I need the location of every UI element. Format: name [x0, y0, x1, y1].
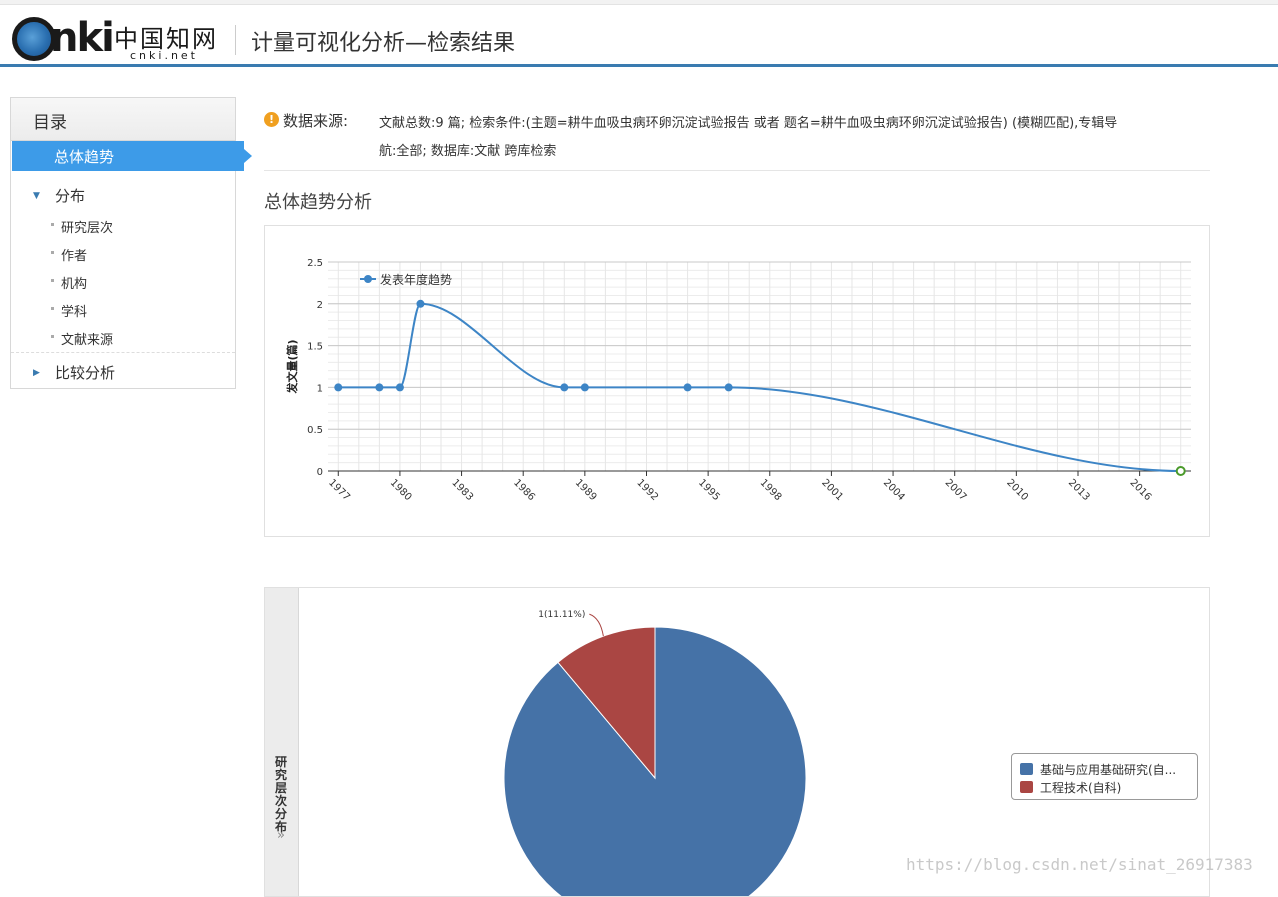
caret-right-icon: ▶: [33, 368, 40, 378]
sidebar-item-institution[interactable]: 机构: [11, 270, 235, 292]
legend-item[interactable]: 工程技术(自科): [1020, 779, 1195, 795]
data-source-panel: ! 数据来源: 文献总数:9 篇; 检索条件:(主题=耕牛血吸虫病环卵沉淀试验报…: [264, 108, 1210, 171]
sidebar-group-compare[interactable]: ▶ 比较分析: [11, 359, 235, 385]
data-point: [416, 299, 425, 308]
x-tick-label: 1998: [758, 477, 784, 503]
bullet-icon: [51, 307, 54, 310]
y-tick-label: 2: [317, 300, 323, 311]
sidebar-item-source[interactable]: 文献来源: [11, 326, 235, 348]
sidebar-item-label: 机构: [61, 277, 88, 292]
trend-line-chart: 0 0.5 1 1.5 2 2.5 1977 1980 1983 1986 1989 1992 1995…: [285, 258, 1191, 503]
sidebar-item-label: 文献来源: [61, 333, 114, 348]
section-title: 总体趋势分析: [264, 192, 372, 213]
y-tick-label: 2.5: [307, 258, 323, 269]
data-point: [560, 383, 569, 392]
x-tick-label: 2004: [881, 477, 907, 503]
y-tick-label: 0: [317, 467, 323, 478]
legend-label: 基础与应用基础研究(自...: [1040, 763, 1177, 777]
data-source-text: 文献总数:9 篇; 检索条件:(主题=耕牛血吸虫病环卵沉淀试验报告 或者 题名=…: [379, 110, 1209, 166]
x-tick-label: 2001: [819, 477, 845, 503]
data-point: [334, 383, 343, 392]
bullet-icon: [51, 335, 54, 338]
x-tick-label: 1986: [511, 477, 537, 503]
x-tick-label: 1995: [696, 477, 722, 503]
y-tick-label: 1.5: [307, 342, 323, 353]
legend-item[interactable]: 基础与应用基础研究(自...: [1020, 761, 1195, 777]
y-axis-title: 发文量(篇): [285, 339, 299, 394]
pie-legend: 基础与应用基础研究(自... 工程技术(自科): [1011, 753, 1198, 800]
trend-chart-panel: 0 0.5 1 1.5 2 2.5 1977 1980 1983 1986 1989 1992 1995…: [264, 225, 1210, 537]
bullet-icon: [51, 223, 54, 226]
header-underline: [0, 64, 1278, 67]
sidebar-group-label: 比较分析: [55, 364, 116, 382]
legend-swatch: [1020, 781, 1033, 793]
x-tick-label: 1992: [634, 477, 660, 503]
pie-label-connector: [589, 613, 604, 637]
data-point: [375, 383, 384, 392]
sidebar-divider: [11, 352, 235, 354]
x-tick-label: 1989: [573, 477, 599, 503]
data-point: [395, 383, 404, 392]
data-point: [724, 383, 733, 392]
data-source-line: 文献总数:9 篇; 检索条件:(主题=耕牛血吸虫病环卵沉淀试验报告 或者 题名=…: [379, 116, 1118, 131]
sidebar-group-distribution[interactable]: ▼ 分布: [11, 182, 235, 208]
sidebar-item-research-level[interactable]: 研究层次: [11, 214, 235, 236]
data-point: [1175, 466, 1186, 476]
research-level-panel: 研究层次分布 » 1(11.11%) 基础与应用基础研究(自... 工程技术(自…: [264, 587, 1210, 897]
sidebar-item-overall-trend[interactable]: 总体趋势: [12, 141, 252, 171]
sidebar-item-label: 学科: [61, 305, 88, 320]
research-level-pie-chart: 1(11.11%): [503, 610, 807, 896]
y-tick-label: 0.5: [307, 425, 323, 436]
cnki-logo[interactable]: nki 中国知网 cnki.net: [12, 15, 222, 65]
bullet-icon: [51, 251, 54, 254]
sidebar-item-author[interactable]: 作者: [11, 242, 235, 264]
x-tick-label: 1980: [388, 477, 414, 503]
x-tick-label: 2007: [943, 477, 969, 503]
x-tick-label: 1977: [326, 477, 352, 503]
legend-label: 发表年度趋势: [380, 272, 452, 287]
logo-text: nki: [50, 15, 115, 61]
x-tick-label: 1983: [449, 477, 475, 503]
watermark: https://blog.csdn.net/sinat_26917383: [906, 855, 1253, 874]
legend-marker: [364, 275, 372, 283]
logo-url-text: cnki.net: [130, 49, 198, 62]
page-header: nki 中国知网 cnki.net 计量可视化分析—检索结果: [0, 5, 1278, 64]
y-tick-label: 1: [317, 383, 323, 394]
header-divider: [235, 25, 236, 55]
legend-label: 工程技术(自科): [1040, 781, 1122, 795]
sidebar-item-label: 总体趋势: [54, 148, 115, 166]
data-source-line: 航:全部; 数据库:文献 跨库检索: [379, 144, 557, 159]
sidebar-heading-label: 目录: [33, 113, 67, 133]
info-icon: !: [264, 112, 279, 127]
sidebar-item-label: 研究层次: [61, 221, 114, 236]
pie-data-label: 1(11.11%): [538, 610, 585, 620]
sidebar-group-label: 分布: [55, 187, 86, 205]
sidebar-item-label: 作者: [61, 249, 88, 264]
x-tick-label: 2016: [1128, 477, 1154, 503]
x-tick-label: 2013: [1066, 477, 1092, 503]
data-point: [580, 383, 589, 392]
bullet-icon: [51, 279, 54, 282]
caret-down-icon: ▼: [33, 191, 40, 201]
data-point: [683, 383, 692, 392]
page-title: 计量可视化分析—检索结果: [251, 31, 516, 56]
legend-swatch: [1020, 763, 1033, 775]
sidebar-item-discipline[interactable]: 学科: [11, 298, 235, 320]
active-pointer-icon: [244, 149, 252, 163]
data-source-label: 数据来源:: [283, 112, 349, 130]
sidebar-heading: 目录: [11, 98, 235, 141]
sidebar: 目录 总体趋势 ▼ 分布 研究层次 作者 机构 学科 文献来源 ▶ 比较分析: [10, 97, 252, 389]
x-tick-label: 2010: [1004, 477, 1030, 503]
